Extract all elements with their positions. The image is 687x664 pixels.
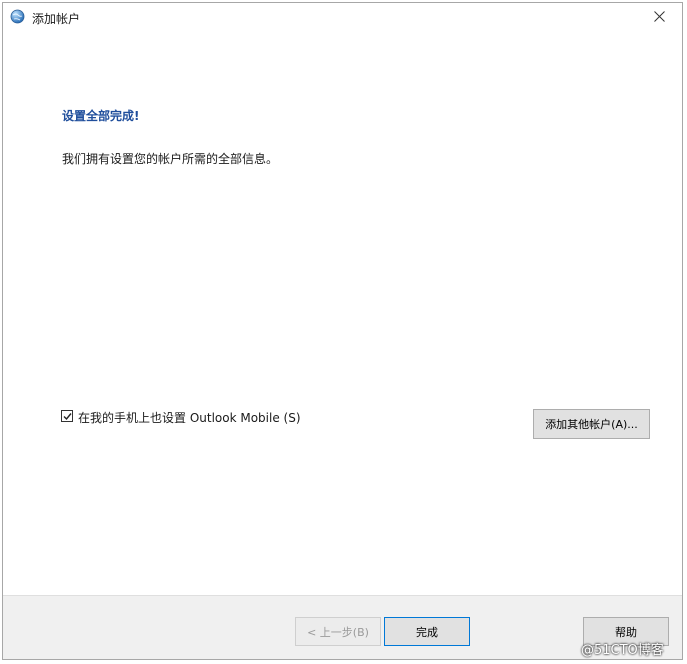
add-account-dialog: 添加帐户 设置全部完成! 我们拥有设置您的帐户所需的全部信息。 在我的手机上也设… (2, 2, 683, 660)
checkbox-label: 在我的手机上也设置 Outlook Mobile (S) (78, 411, 301, 425)
add-other-account-button[interactable]: 添加其他帐户(A)... (533, 409, 650, 439)
check-icon (63, 413, 72, 421)
setup-complete-heading: 设置全部完成! (62, 109, 140, 123)
globe-icon (10, 9, 25, 24)
close-icon (654, 11, 665, 22)
back-button[interactable]: < 上一步(B) (295, 617, 381, 646)
title-bar: 添加帐户 (3, 3, 682, 31)
watermark: @51CTO博客 (581, 643, 664, 658)
close-button[interactable] (638, 3, 682, 31)
window-title: 添加帐户 (32, 12, 81, 26)
finish-button[interactable]: 完成 (384, 617, 470, 646)
checkbox-box[interactable] (61, 410, 73, 422)
setup-description: 我们拥有设置您的帐户所需的全部信息。 (62, 152, 279, 166)
